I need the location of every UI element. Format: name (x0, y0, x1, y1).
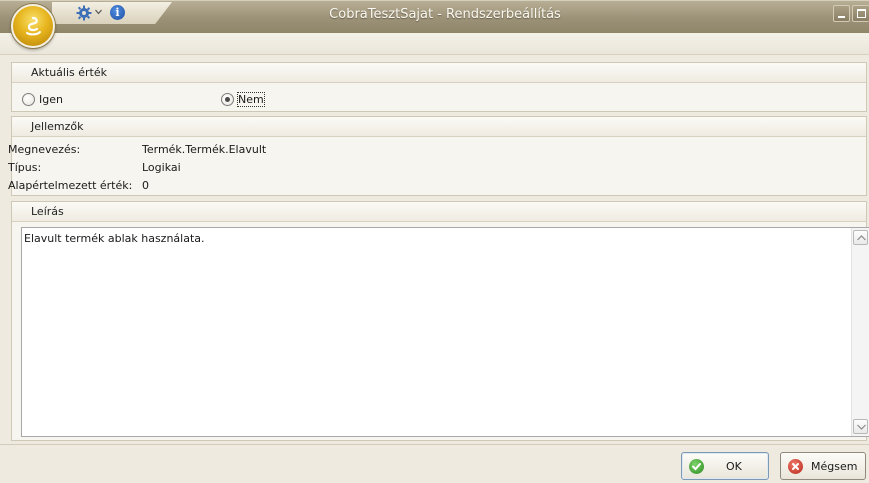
minimize-icon (838, 16, 845, 18)
radio-unchecked-icon[interactable] (22, 93, 35, 106)
chevron-up-icon (857, 235, 866, 241)
properties-header: Jellemzők (12, 117, 866, 137)
property-type-value: Logikai (142, 161, 181, 174)
radio-dot (225, 97, 230, 102)
gear-icon[interactable] (76, 5, 92, 21)
ok-button[interactable]: OK (681, 452, 769, 480)
chevron-down-icon (857, 424, 866, 430)
ok-button-label: OK (726, 459, 742, 473)
property-name-label: Megnevezés: (8, 143, 81, 156)
info-icon[interactable]: i (110, 5, 125, 20)
property-name-value: Termék.Termék.Elavult (142, 143, 267, 156)
cancel-button-label: Mégsem (811, 459, 858, 473)
cancel-x-icon (788, 458, 803, 474)
radio-igen[interactable]: Igen (22, 93, 63, 106)
minimize-button[interactable] (833, 5, 850, 22)
scroll-up-button[interactable] (853, 230, 868, 245)
description-textarea[interactable]: Elavult termék ablak használata. (21, 227, 869, 437)
property-type-label: Típus: (8, 161, 42, 174)
description-scrollbar[interactable] (851, 228, 869, 436)
property-default-value: 0 (142, 179, 149, 192)
current-value-header: Aktuális érték (12, 63, 866, 83)
title-bar-highlight (0, 0, 869, 1)
cancel-button[interactable]: Mégsem (780, 452, 866, 480)
properties-group: Jellemzők Megnevezés: Termék.Termék.Elav… (8, 116, 867, 196)
scroll-down-button[interactable] (853, 419, 868, 434)
maximize-icon (857, 9, 866, 18)
maximize-button[interactable] (852, 5, 869, 22)
ribbon-strip (0, 33, 869, 55)
radio-nem-label[interactable]: Nem (237, 92, 265, 107)
radio-nem[interactable]: Nem (221, 92, 265, 107)
property-default-label: Alapértelmezett érték: (8, 179, 133, 192)
radio-igen-label[interactable]: Igen (39, 93, 63, 106)
cobra-logo-icon (26, 16, 41, 36)
footer-divider (0, 444, 869, 445)
radio-checked-icon[interactable] (221, 93, 234, 106)
description-header: Leírás (12, 202, 866, 222)
window-title: CobraTesztSajat - Rendszerbeállítás (329, 7, 561, 22)
current-value-group: Aktuális érték Igen Nem (11, 62, 867, 112)
ok-check-icon (689, 458, 704, 474)
app-orb-icon[interactable] (11, 4, 55, 48)
description-text: Elavult termék ablak használata. (24, 232, 205, 245)
description-group: Leírás Elavult termék ablak használata. (11, 201, 869, 441)
chevron-down-icon[interactable] (95, 9, 102, 15)
